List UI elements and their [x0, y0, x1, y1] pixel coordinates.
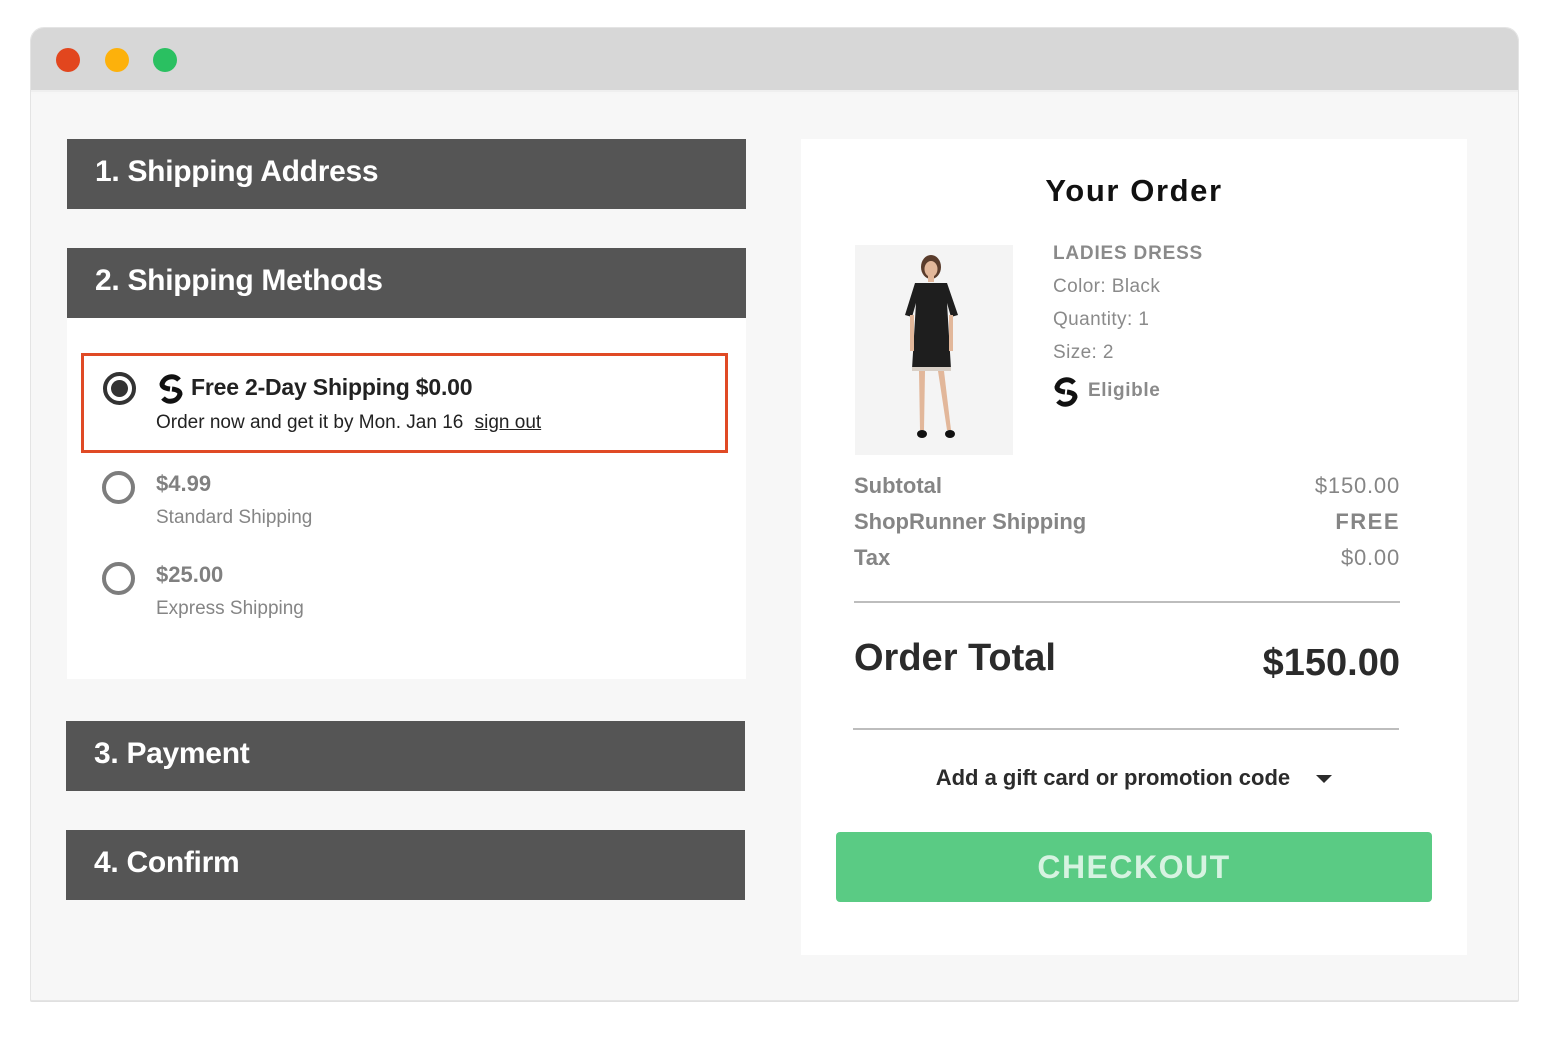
order-total-value: $150.00: [1262, 642, 1400, 684]
summary-label: ShopRunner Shipping: [854, 509, 1087, 534]
eligible-label: Eligible: [1088, 380, 1161, 401]
summary-value: $0.00: [1340, 545, 1400, 570]
maximize-window-button[interactable]: [153, 48, 177, 72]
summary-value: $150.00: [1314, 473, 1400, 498]
shipping-option-standard[interactable]: $4.99 Standard Shipping: [67, 465, 746, 545]
product-image: [855, 245, 1013, 455]
shipping-option-description: Standard Shipping: [156, 507, 313, 528]
step-label: 1. Shipping Address: [95, 155, 379, 188]
minimize-window-button[interactable]: [105, 48, 129, 72]
step-label: 4. Confirm: [94, 846, 240, 879]
promo-code-label: Add a gift card or promotion code: [935, 765, 1291, 790]
window-titlebar: [31, 28, 1518, 92]
shoprunner-logo-icon: [158, 374, 184, 404]
step-shipping-methods[interactable]: 2. Shipping Methods: [67, 248, 746, 318]
delivery-estimate: Order now and get it by Mon. Jan 16: [156, 412, 464, 433]
radio-express[interactable]: [102, 562, 135, 595]
shipping-methods-panel: Free 2-Day Shipping $0.00 Order now and …: [67, 318, 746, 679]
step-payment[interactable]: 3. Payment: [66, 721, 745, 791]
checkout-page: 1. Shipping Address 2. Shipping Methods …: [31, 94, 1518, 1000]
promo-code-toggle[interactable]: Add a gift card or promotion code: [801, 765, 1467, 791]
shipping-option-price: $25.00: [156, 562, 224, 587]
shipping-option-subtitle: Order now and get it by Mon. Jan 16 sign…: [156, 412, 541, 434]
order-summary-panel: Your Order LADIES DRESS Color: Black Qua…: [801, 139, 1467, 955]
radio-free-2day[interactable]: [103, 372, 136, 405]
caret-down-icon: [1316, 775, 1333, 784]
shipping-option-express[interactable]: $25.00 Express Shipping: [67, 556, 746, 636]
step-shipping-address[interactable]: 1. Shipping Address: [67, 139, 746, 209]
summary-row-shipping: ShopRunner Shipping FREE: [854, 509, 1400, 539]
divider: [854, 601, 1400, 603]
radio-standard[interactable]: [102, 471, 135, 504]
summary-label: Subtotal: [854, 473, 942, 498]
shipping-option-title: Free 2-Day Shipping $0.00: [191, 374, 473, 400]
summary-row-tax: Tax $0.00: [854, 545, 1400, 575]
shoprunner-eligible-badge: Eligible: [1053, 375, 1203, 408]
step-label: 3. Payment: [94, 737, 250, 770]
product-size: Size: 2: [1053, 342, 1114, 363]
sign-out-link[interactable]: sign out: [475, 412, 542, 433]
order-title: Your Order: [1045, 173, 1223, 208]
close-window-button[interactable]: [56, 48, 80, 72]
product-quantity: Quantity: 1: [1053, 309, 1150, 330]
step-confirm[interactable]: 4. Confirm: [66, 830, 745, 900]
divider: [853, 728, 1399, 730]
shipping-option-description: Express Shipping: [156, 598, 304, 619]
checkout-button[interactable]: CHECKOUT: [836, 832, 1432, 902]
summary-label: Tax: [854, 545, 891, 570]
product-name: LADIES DRESS: [1053, 243, 1204, 264]
order-total-label: Order Total: [854, 637, 1056, 679]
shoprunner-logo-icon: [1053, 377, 1079, 407]
summary-row-subtotal: Subtotal $150.00: [854, 473, 1400, 503]
product-color: Color: Black: [1053, 276, 1161, 297]
step-label: 2. Shipping Methods: [95, 264, 383, 297]
shipping-option-price: $4.99: [156, 471, 212, 496]
product-details: LADIES DRESS Color: Black Quantity: 1 Si…: [1053, 243, 1203, 408]
summary-value: FREE: [1335, 509, 1400, 534]
browser-window: 1. Shipping Address 2. Shipping Methods …: [30, 27, 1519, 1001]
shipping-option-free-2day[interactable]: Free 2-Day Shipping $0.00 Order now and …: [81, 353, 728, 453]
